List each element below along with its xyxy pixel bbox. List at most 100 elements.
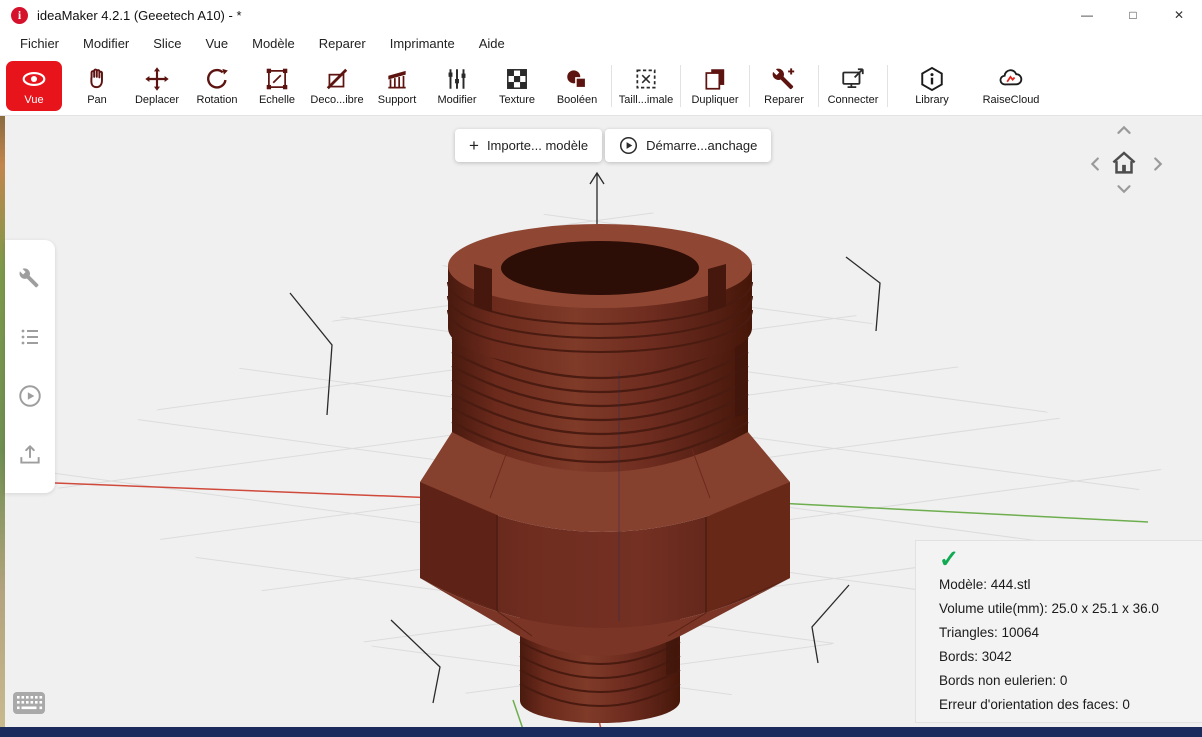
toolbar-separator: [749, 64, 750, 107]
list-icon: [21, 329, 38, 345]
toolbar-separator: [680, 64, 681, 107]
move-icon: [145, 66, 169, 91]
toolbar-label: RaiseCloud: [982, 93, 1040, 106]
menu-fichier[interactable]: Fichier: [8, 36, 71, 51]
preview-tool-button[interactable]: [15, 381, 45, 411]
minimize-button[interactable]: —: [1064, 0, 1110, 30]
model-info-panel: ✓ Modèle: 444.stl Volume utile(mm): 25.0…: [915, 540, 1202, 723]
settings-tool-button[interactable]: [15, 263, 45, 293]
toolbar-label: Reparer: [764, 93, 804, 106]
info-triangles: Triangles: 10064: [939, 625, 1040, 640]
toolbar-dupliquer-button[interactable]: Dupliquer: [685, 58, 745, 114]
toolbar-label: Rotation: [196, 93, 238, 106]
toolbar-decoupe-libre-button[interactable]: Deco...ibre: [307, 58, 367, 114]
toolbar-label: Connecter: [827, 93, 879, 106]
toolbar-label: Taill...imale: [618, 93, 674, 106]
scale-icon: [266, 68, 288, 89]
toolbar-label: Vue: [24, 93, 44, 106]
menu-vue[interactable]: Vue: [193, 36, 240, 51]
menu-aide[interactable]: Aide: [467, 36, 517, 51]
chevron-up-icon: [1117, 125, 1131, 134]
toolbar-support-button[interactable]: Support: [367, 58, 427, 114]
toolbar-texture-button[interactable]: Texture: [487, 58, 547, 114]
chevron-right-icon: [1154, 157, 1163, 171]
view-home-button[interactable]: [1107, 146, 1141, 180]
start-slicing-button[interactable]: Démarre...anchage: [605, 129, 772, 162]
connect-icon: [842, 67, 864, 88]
toolbar-separator: [611, 64, 612, 107]
keyboard-shortcuts-button[interactable]: [12, 690, 46, 721]
free-cut-icon: [326, 68, 348, 89]
toolbar-rotation-button[interactable]: Rotation: [187, 58, 247, 114]
start-slicing-label: Démarre...anchage: [646, 138, 758, 153]
menu-imprimante[interactable]: Imprimante: [378, 36, 467, 51]
title-bar: i ideaMaker 4.2.1 (Geeetech A10) - * — □…: [0, 0, 1202, 30]
info-non-euler-edges: Bords non eulerien: 0: [939, 673, 1068, 688]
toolbar-connecter-button[interactable]: Connecter: [823, 58, 883, 114]
toolbar-separator: [887, 64, 888, 107]
toolbar-modifier-button[interactable]: Modifier: [427, 58, 487, 114]
boolean-icon: [567, 69, 587, 88]
main-toolbar: Vue Pan Deplacer Rotation Echelle Deco..…: [0, 56, 1202, 116]
toolbar-label: Booléen: [556, 93, 598, 106]
wrench-icon: [19, 268, 39, 288]
list-tool-button[interactable]: [15, 322, 45, 352]
import-model-button[interactable]: + Importe... modèle: [455, 129, 603, 162]
toolbar-label: Library: [915, 93, 949, 106]
menu-reparer[interactable]: Reparer: [307, 36, 378, 51]
toolbar-library-button[interactable]: Library: [902, 58, 962, 114]
close-button[interactable]: ✕: [1156, 0, 1202, 30]
menu-modifier[interactable]: Modifier: [71, 36, 141, 51]
keyboard-icon: [13, 692, 45, 714]
menu-slice[interactable]: Slice: [141, 36, 193, 51]
import-model-label: Importe... modèle: [486, 138, 589, 153]
plus-icon: +: [469, 136, 479, 155]
maximize-button[interactable]: □: [1110, 0, 1156, 30]
toolbar-label: Echelle: [258, 93, 296, 106]
toolbar-pan-button[interactable]: Pan: [67, 58, 127, 114]
toolbar-label: Texture: [498, 93, 536, 106]
toolbar-raisecloud-button[interactable]: RaiseCloud: [972, 58, 1050, 114]
info-model-name: Modèle: 444.stl: [939, 577, 1031, 592]
chevron-left-icon: [1090, 157, 1099, 171]
window-controls: — □ ✕: [1064, 0, 1202, 30]
viewport-action-buttons: + Importe... modèle Démarre...anchage: [455, 129, 772, 162]
play-icon: [19, 385, 41, 407]
duplicate-icon: [705, 68, 725, 90]
toolbar-taille-maximale-button[interactable]: Taill...imale: [616, 58, 676, 114]
toolbar-vue-button[interactable]: Vue: [6, 60, 62, 111]
raisecloud-icon: [999, 68, 1023, 85]
rotate-icon: [207, 68, 228, 89]
toolbar-separator: [818, 64, 819, 107]
3d-model[interactable]: [420, 224, 790, 723]
info-volume: Volume utile(mm): 25.0 x 25.1 x 36.0: [939, 601, 1159, 616]
toolbar-label: Support: [377, 93, 417, 106]
menu-modele[interactable]: Modèle: [240, 36, 307, 51]
max-size-icon: [636, 68, 656, 89]
play-circle-icon: [620, 136, 638, 155]
chevron-down-icon: [1117, 185, 1131, 194]
repair-icon: [772, 67, 795, 89]
hand-icon: [90, 68, 103, 88]
viewport[interactable]: + Importe... modèle Démarre...anchage ✓ …: [0, 116, 1202, 727]
check-icon: ✓: [939, 546, 960, 573]
upload-icon: [20, 445, 40, 464]
sliders-icon: [448, 68, 466, 89]
toolbar-deplacer-button[interactable]: Deplacer: [127, 58, 187, 114]
texture-icon: [507, 68, 527, 89]
eye-icon: [22, 71, 46, 86]
view-right-button[interactable]: [1146, 152, 1170, 176]
toolbar-echelle-button[interactable]: Echelle: [247, 58, 307, 114]
info-orientation-errors: Erreur d'orientation des faces: 0: [939, 697, 1130, 712]
view-down-button[interactable]: [1112, 177, 1136, 201]
toolbar-booleen-button[interactable]: Booléen: [547, 58, 607, 114]
app-logo-icon: i: [11, 6, 28, 24]
side-tool-panel: [5, 240, 55, 493]
info-edges: Bords: 3042: [939, 649, 1012, 664]
toolbar-reparer-button[interactable]: Reparer: [754, 58, 814, 114]
view-up-button[interactable]: [1112, 119, 1136, 143]
view-left-button[interactable]: [1084, 152, 1108, 176]
toolbar-label: Deplacer: [134, 93, 180, 106]
toolbar-label: Deco...ibre: [310, 93, 364, 106]
export-tool-button[interactable]: [15, 440, 45, 470]
